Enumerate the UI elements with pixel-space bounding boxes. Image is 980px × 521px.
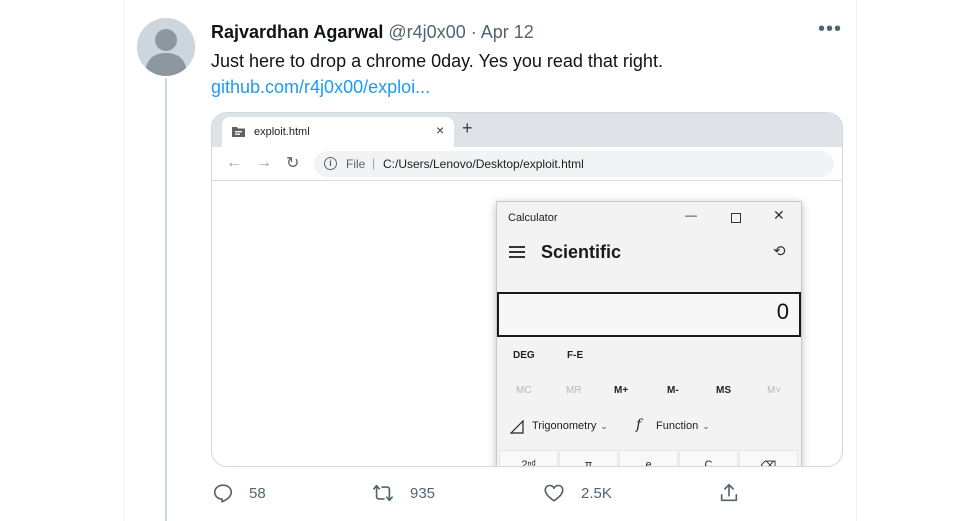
memory-store-button[interactable]: MS (716, 385, 731, 396)
calculator-mode-title: Scientific (541, 242, 622, 262)
author-handle[interactable]: @r4j0x00 (388, 22, 465, 42)
tab-title: exploit.html (254, 126, 310, 138)
info-icon[interactable]: i (324, 157, 337, 170)
second-function-key[interactable]: 2ⁿᵈ (499, 450, 558, 466)
retweet-count: 935 (410, 485, 436, 502)
url-separator: | (372, 156, 376, 170)
trigonometry-icon (510, 420, 524, 434)
back-arrow-icon[interactable]: ← (226, 154, 242, 172)
tweet-actions: 58 935 2.5K (0, 480, 980, 510)
avatar-placeholder-icon (137, 18, 195, 76)
reply-icon[interactable] (212, 482, 234, 504)
backspace-key[interactable]: ⌫ (739, 450, 798, 466)
memory-add-button[interactable]: M+ (614, 385, 628, 396)
function-label: Function (656, 420, 699, 432)
page: Rajvardhan Agarwal @r4j0x00 · Apr 12 •••… (0, 0, 980, 521)
maximize-icon[interactable] (731, 213, 741, 223)
trigonometry-dropdown[interactable]: Trigonometry ⌄ (532, 420, 608, 432)
url-scheme: File (346, 157, 366, 171)
new-tab-icon[interactable]: + (462, 118, 473, 138)
avatar[interactable] (137, 18, 195, 76)
tweet-text: Just here to drop a chrome 0day. Yes you… (211, 51, 663, 71)
file-icon (232, 127, 245, 137)
header-separator: · (470, 22, 477, 42)
like-icon[interactable] (543, 482, 565, 504)
clear-key[interactable]: C (679, 450, 738, 466)
minimize-icon[interactable]: — (685, 208, 697, 222)
browser-tab[interactable]: exploit.html × (222, 117, 454, 147)
e-key[interactable]: e (619, 450, 678, 466)
function-icon: f (636, 417, 642, 433)
history-icon[interactable]: ⟲ (773, 242, 786, 260)
memory-recall-button[interactable]: MR (566, 385, 582, 396)
share-icon[interactable] (718, 482, 740, 504)
display-value: 0 (776, 299, 789, 324)
thread-line (165, 78, 167, 521)
forward-arrow-icon[interactable]: → (256, 154, 272, 172)
function-dropdown[interactable]: Function ⌄ (656, 420, 710, 432)
keypad: 2ⁿᵈ π e C ⌫ (497, 448, 803, 466)
memory-clear-button[interactable]: MC (516, 385, 532, 396)
memory-subtract-button[interactable]: M- (667, 385, 679, 396)
close-icon[interactable]: ✕ (773, 207, 785, 224)
reply-count: 58 (249, 485, 266, 502)
tweet-media-image[interactable]: exploit.html × + ← → ↻ i File | C:/Users… (211, 112, 843, 467)
chevron-down-icon: ⌄ (600, 421, 608, 431)
hamburger-menu-icon[interactable] (509, 246, 525, 258)
fe-button[interactable]: F-E (567, 350, 583, 361)
tweet-date[interactable]: Apr 12 (481, 22, 534, 42)
retweet-icon[interactable] (372, 482, 394, 504)
chevron-down-icon: ⌄ (702, 421, 710, 431)
tab-close-icon[interactable]: × (436, 122, 444, 138)
calculator-window[interactable]: Calculator — ✕ Scientific ⟲ 0 DEG F-E MC… (496, 201, 803, 466)
calculator-title: Calculator (508, 212, 558, 224)
tweet-link[interactable]: github.com/r4j0x00/exploi... (211, 75, 430, 99)
reload-icon[interactable]: ↻ (286, 153, 299, 173)
browser-toolbar: ← → ↻ i File | C:/Users/Lenovo/Desktop/e… (212, 147, 842, 181)
like-count: 2.5K (581, 485, 612, 502)
author-name[interactable]: Rajvardhan Agarwal (211, 22, 383, 42)
more-icon[interactable]: ••• (816, 19, 844, 42)
address-bar[interactable]: i File | C:/Users/Lenovo/Desktop/exploit… (314, 151, 834, 177)
angle-mode-button[interactable]: DEG (513, 350, 535, 361)
calculator-display: 0 (497, 292, 801, 337)
pi-key[interactable]: π (559, 450, 618, 466)
tweet-header: Rajvardhan Agarwal @r4j0x00 · Apr 12 (211, 20, 534, 44)
trigonometry-label: Trigonometry (532, 420, 597, 432)
browser-tabstrip: exploit.html × + (212, 113, 842, 147)
memory-list-button[interactable]: M˅ (767, 385, 781, 396)
url-text[interactable]: C:/Users/Lenovo/Desktop/exploit.html (383, 157, 584, 171)
